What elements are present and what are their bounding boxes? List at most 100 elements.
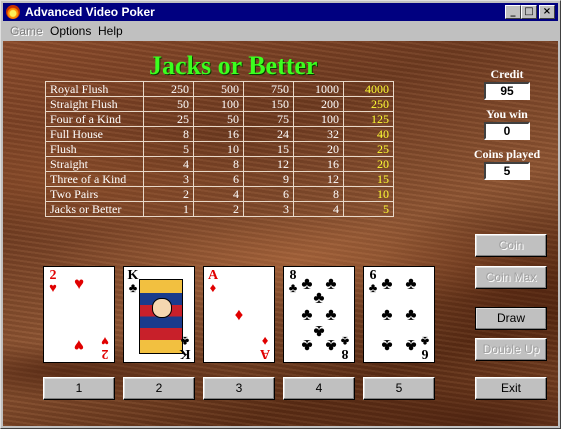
- paytable-payout: 5: [143, 141, 194, 157]
- paytable-payout: 2: [143, 186, 194, 202]
- exit-button[interactable]: Exit: [475, 377, 547, 400]
- menu-help[interactable]: Help: [98, 22, 123, 40]
- paytable-payout: 12: [293, 171, 344, 187]
- title-bar[interactable]: Advanced Video Poker _ □ ×: [3, 3, 558, 21]
- credit-value: 95: [484, 82, 530, 100]
- paytable-hand-name: Flush: [45, 141, 144, 157]
- window-title: Advanced Video Poker: [25, 5, 155, 19]
- paytable-payout: 4: [293, 201, 344, 217]
- paytable-payout: 4000: [343, 81, 394, 97]
- menu-game[interactable]: Game: [10, 22, 43, 40]
- card-corner: K ♣: [127, 268, 139, 295]
- coin-max-button[interactable]: Coin Max: [475, 266, 547, 289]
- paytable-payout: 12: [243, 156, 294, 172]
- paytable-payout: 15: [243, 141, 294, 157]
- diamond-icon: ♦: [234, 305, 244, 324]
- paytable-payout: 10: [343, 186, 394, 202]
- king-portrait-icon: [139, 279, 183, 354]
- heart-icon: ♥: [73, 336, 85, 355]
- club-icon: ♣: [381, 305, 393, 324]
- paytable-row: Straight Flush 50 100 150 200 250: [45, 96, 394, 112]
- game-felt: Jacks or Better Royal Flush 250 500 750 1000…: [3, 41, 558, 426]
- card-3[interactable]: A ♦ ♦ A ♦: [203, 266, 275, 363]
- paytable-row: Straight 4 8 12 16 20: [45, 156, 394, 172]
- hold-button-5[interactable]: 5: [363, 377, 435, 400]
- you-win-value: 0: [484, 122, 530, 140]
- paytable-payout: 25: [143, 111, 194, 127]
- main-window: Advanced Video Poker _ □ × Game Options …: [0, 0, 561, 429]
- hold-button-2[interactable]: 2: [123, 377, 195, 400]
- paytable-payout: 4: [193, 186, 244, 202]
- paytable-hand-name: Four of a Kind: [45, 111, 144, 127]
- paytable-payout: 1: [143, 201, 194, 217]
- menu-bar: Game Options Help: [3, 22, 558, 40]
- club-icon: ♣: [301, 305, 313, 324]
- paytable-payout: 150: [243, 96, 294, 112]
- paytable-row: Jacks or Better 1 2 3 4 5: [45, 201, 394, 217]
- card-corner: 2 ♥: [49, 268, 57, 295]
- draw-button[interactable]: Draw: [475, 307, 547, 330]
- club-icon: ♣: [405, 305, 417, 324]
- card-corner: A ♦: [207, 268, 219, 295]
- paytable-payout: 20: [343, 156, 394, 172]
- paytable-payout: 5: [343, 201, 394, 217]
- maximize-icon: □: [524, 6, 534, 17]
- paytable-payout: 500: [193, 81, 244, 97]
- hold-button-4[interactable]: 4: [283, 377, 355, 400]
- game-title: Jacks or Better: [149, 51, 318, 80]
- paytable-payout: 6: [243, 186, 294, 202]
- coin-button[interactable]: Coin: [475, 234, 547, 257]
- paytable-payout: 8: [193, 156, 244, 172]
- card-corner: 2 ♥: [101, 334, 109, 361]
- hold-button-1[interactable]: 1: [43, 377, 115, 400]
- maximize-button[interactable]: □: [521, 5, 537, 19]
- paytable-payout: 16: [293, 156, 344, 172]
- coins-played-label: Coins played: [473, 147, 541, 161]
- card-2[interactable]: K ♣ K ♣: [123, 266, 195, 363]
- paytable-row: Royal Flush 250 500 750 1000 4000: [45, 81, 394, 97]
- paytable-payout: 25: [343, 141, 394, 157]
- card-5[interactable]: 6 ♣ ♣ ♣ ♣ ♣ ♣ ♣ 6 ♣: [363, 266, 435, 363]
- paytable-payout: 50: [193, 111, 244, 127]
- paytable-hand-name: Three of a Kind: [45, 171, 144, 187]
- paytable-payout: 2: [193, 201, 244, 217]
- you-win-label: You win: [486, 107, 528, 121]
- paytable-payout: 32: [293, 126, 344, 142]
- card-corner: 8 ♣: [340, 334, 350, 361]
- paytable-payout: 9: [243, 171, 294, 187]
- club-icon: ♣: [301, 336, 313, 355]
- heart-icon: ♥: [73, 274, 85, 293]
- double-up-button[interactable]: Double Up: [475, 338, 547, 361]
- club-icon: ♣: [325, 305, 337, 324]
- minimize-button[interactable]: _: [505, 5, 521, 19]
- paytable-payout: 6: [193, 171, 244, 187]
- minimize-icon: _: [510, 6, 516, 17]
- paytable-payout: 4: [143, 156, 194, 172]
- paytable-hand-name: Jacks or Better: [45, 201, 144, 217]
- paytable-payout: 100: [293, 111, 344, 127]
- club-icon: ♣: [313, 288, 325, 307]
- paytable-payout: 24: [243, 126, 294, 142]
- club-icon: ♣: [381, 274, 393, 293]
- card-4[interactable]: 8 ♣ ♣ ♣ ♣ ♣ ♣ ♣ ♣ ♣ 8 ♣: [283, 266, 355, 363]
- menu-options[interactable]: Options: [50, 22, 91, 40]
- app-icon[interactable]: [6, 5, 20, 19]
- paytable-payout: 15: [343, 171, 394, 187]
- paytable-payout: 75: [243, 111, 294, 127]
- hold-button-3[interactable]: 3: [203, 377, 275, 400]
- club-icon: ♣: [381, 336, 393, 355]
- card-corner: K ♣: [179, 334, 191, 361]
- paytable-payout: 100: [193, 96, 244, 112]
- paytable-payout: 40: [343, 126, 394, 142]
- close-icon: ×: [542, 6, 552, 17]
- paytable-payout: 16: [193, 126, 244, 142]
- close-button[interactable]: ×: [539, 5, 555, 19]
- paytable-payout: 125: [343, 111, 394, 127]
- paytable-payout: 1000: [293, 81, 344, 97]
- paytable-row: Flush 5 10 15 20 25: [45, 141, 394, 157]
- card-1[interactable]: 2 ♥ ♥ ♥ 2 ♥: [43, 266, 115, 363]
- paytable-hand-name: Two Pairs: [45, 186, 144, 202]
- paytable-payout: 8: [293, 186, 344, 202]
- club-icon: ♣: [405, 274, 417, 293]
- credit-label: Credit: [490, 67, 524, 81]
